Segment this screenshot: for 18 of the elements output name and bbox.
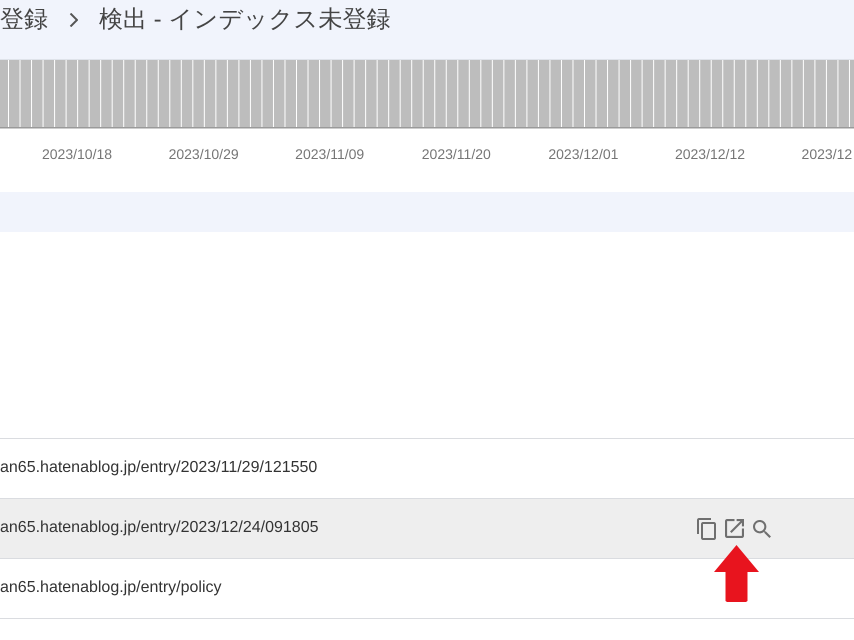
table-row[interactable]: an65.hatenablog.jp/entry/2023/12/24/091805 [0, 499, 854, 559]
chevron-icon [69, 13, 78, 27]
date-label: 2023/11/20 [422, 146, 491, 162]
date-label: 2023/11/09 [295, 146, 364, 162]
url-text: an65.hatenablog.jp/entry/2023/12/24/091805 [0, 518, 320, 538]
breadcrumb-link[interactable]: 登録 [0, 5, 48, 35]
date-label: 2023/10/29 [168, 146, 239, 162]
annotation-arrow [714, 545, 759, 602]
copy-icon[interactable] [697, 518, 716, 540]
breadcrumb-link[interactable]: 検出 - インデックス未登録 [99, 5, 390, 35]
date-label: 2023/12/12 [674, 146, 746, 162]
date-label: 2023/10/18 [42, 146, 112, 162]
date-label: 2023/12 [802, 146, 852, 162]
url-text: an65.hatenablog.jp/entry/2023/11/29/121550 [0, 458, 318, 478]
external-link-icon[interactable] [725, 519, 744, 538]
url-text: an65.hatenablog.jp/entry/policy [0, 578, 222, 598]
search-icon[interactable] [753, 520, 771, 538]
date-label: 2023/12/01 [548, 146, 618, 162]
